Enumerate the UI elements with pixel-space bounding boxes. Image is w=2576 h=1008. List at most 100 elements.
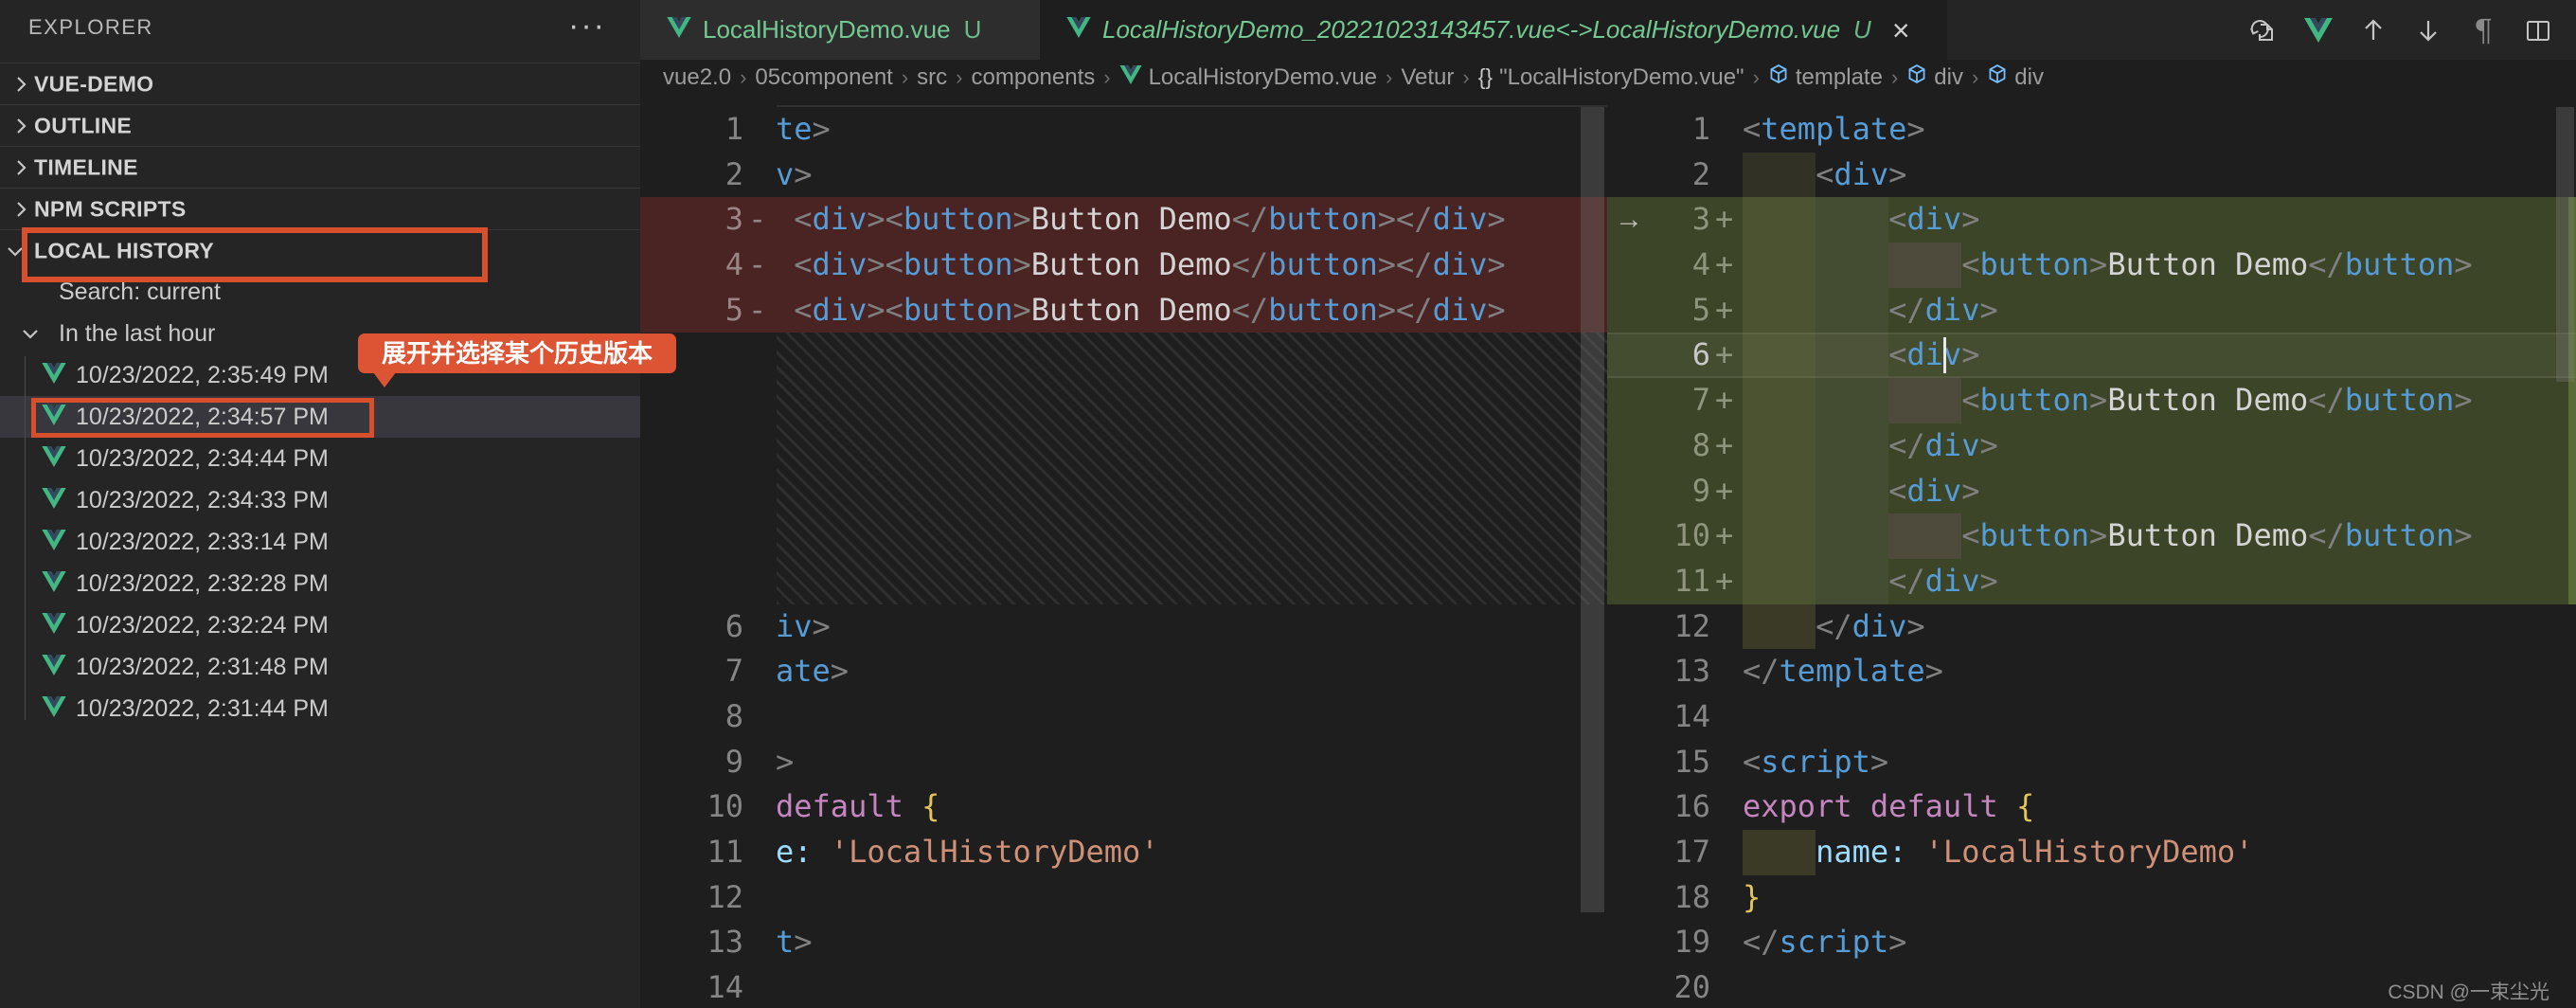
section-label: TIMELINE (34, 154, 138, 179)
code-line[interactable]: 16 export default { (1607, 784, 2576, 830)
code-line[interactable]: 2 <div> (1607, 153, 2576, 198)
sidebar-sections: VUE-DEMO OUTLINE TIMELINE NPM SCRIPTS LOCAL … (0, 63, 640, 729)
history-entry[interactable]: 10/23/2022, 2:34:57 PM (0, 396, 640, 438)
annotation-tooltip: 展开并选择某个历史版本 (358, 333, 676, 387)
restore-file-icon[interactable] (2248, 15, 2279, 45)
code-line[interactable]: 4- <div><button>Button Demo</button></di… (640, 243, 1607, 288)
breadcrumb-label: "LocalHistoryDemo.vue" (1499, 63, 1744, 90)
previous-change-icon[interactable] (2358, 15, 2388, 45)
breadcrumb-label: div (1934, 63, 1963, 90)
breadcrumb-item[interactable]: div (1987, 63, 2044, 91)
tab-diff-active[interactable]: LocalHistoryDemo_20221023143457.vue<->Lo… (1040, 0, 1947, 60)
breadcrumb-item[interactable]: {} "LocalHistoryDemo.vue" (1478, 64, 1744, 91)
section-label: NPM SCRIPTS (34, 196, 187, 221)
entry-label: 10/23/2022, 2:35:49 PM (76, 361, 329, 388)
code-line[interactable]: 7 ate> (640, 649, 1607, 694)
history-entry[interactable]: 10/23/2022, 2:31:44 PM (0, 688, 640, 729)
code-line[interactable]: 8 + </div> (1607, 423, 2576, 469)
breadcrumb-item[interactable]: Vetur (1401, 64, 1454, 91)
code-line[interactable]: 12 </div> (1607, 603, 2576, 650)
code-line[interactable]: 13 t> (640, 920, 1607, 965)
whitespace-block (1888, 243, 1962, 288)
code-line[interactable]: 5 + </div> (1607, 287, 2576, 333)
git-status-badge: U (1853, 15, 1871, 44)
code-line[interactable]: 12 (640, 875, 1607, 921)
breadcrumb-label: 05component (755, 63, 893, 90)
diff-change-arrow-icon: → (1615, 204, 1643, 236)
breadcrumb-item[interactable]: vue2.0 (663, 64, 731, 91)
code-line[interactable]: 6 iv> (640, 604, 1607, 650)
code-line[interactable]: 9 + <div> (1607, 468, 2576, 514)
code-line[interactable]: 19 </script> (1607, 920, 2576, 965)
code-line[interactable]: 7 + <button>Button Demo</button> (1607, 378, 2576, 423)
diff-pane-original[interactable]: 1 te> 2 v> 3- <div><button>Button Demo</butt… (640, 95, 1607, 1008)
breadcrumb-item[interactable]: components (972, 64, 1096, 91)
code-line[interactable]: 11 + </div> (1607, 558, 2576, 604)
code-line[interactable]: 1 <template> (1607, 107, 2576, 153)
chevron-right-icon (9, 115, 32, 137)
code-line[interactable]: 11 e: 'LocalHistoryDemo' (640, 830, 1607, 875)
local-history-search[interactable]: Search: current (0, 271, 640, 313)
history-entry[interactable]: 10/23/2022, 2:34:44 PM (0, 438, 640, 479)
code-line[interactable]: 1 te> (640, 107, 1607, 153)
code-line[interactable]: 10 default { (640, 784, 1607, 830)
history-entry[interactable]: 10/23/2022, 2:32:28 PM (0, 563, 640, 604)
diff-pane-modified[interactable]: 1 <template> 2 <div> 3 + <div> → 4 + <button>Bu… (1607, 95, 2576, 1008)
code-line[interactable]: 9 > (640, 740, 1607, 785)
code-line[interactable]: 17 name: 'LocalHistoryDemo' (1607, 830, 2576, 875)
vue-file-icon (42, 613, 66, 640)
code-line[interactable]: 13 </template> (1607, 649, 2576, 694)
code-line[interactable]: 3- <div><button>Button Demo</button></di… (640, 197, 1607, 243)
code-line[interactable]: 14 (640, 965, 1607, 1008)
section-label: OUTLINE (34, 113, 133, 137)
split-editor-icon[interactable] (2523, 15, 2553, 45)
breadcrumb-item[interactable]: LocalHistoryDemo.vue (1119, 64, 1377, 91)
code-line[interactable]: 18} (1607, 875, 2576, 921)
chevron-down-icon (4, 240, 27, 262)
breadcrumb-item[interactable]: template (1768, 63, 1883, 91)
code-line[interactable]: 6 + <div> (1607, 333, 2576, 379)
code-line[interactable]: 5- <div><button>Button Demo</button></di… (640, 287, 1607, 333)
vetur-icon[interactable] (2303, 15, 2334, 45)
code-line[interactable]: 4 + <button>Button Demo</button> (1607, 243, 2576, 288)
history-entry[interactable]: 10/23/2022, 2:31:48 PM (0, 646, 640, 688)
tab-file[interactable]: LocalHistoryDemo.vue U (640, 0, 1040, 60)
sidebar-section-timeline[interactable]: TIMELINE (0, 146, 640, 188)
sidebar-section-local-history[interactable]: LOCAL HISTORY (0, 229, 640, 271)
chevron-right-icon (9, 73, 32, 96)
braces-icon: {} (1477, 64, 1494, 89)
code-line[interactable]: 3 + <div> → (1607, 197, 2576, 243)
entry-label: 10/23/2022, 2:32:28 PM (76, 569, 329, 597)
toggle-whitespace-icon[interactable]: ¶ (2468, 12, 2498, 48)
history-entry[interactable]: 10/23/2022, 2:33:14 PM (0, 521, 640, 563)
right-pane-scrollbar[interactable] (2556, 107, 2574, 382)
history-entry[interactable]: 10/23/2022, 2:32:24 PM (0, 604, 640, 646)
sidebar-section-vue-demo[interactable]: VUE-DEMO (0, 63, 640, 104)
tab-bar: LocalHistoryDemo.vue U LocalHistoryDemo_20… (640, 0, 2576, 60)
code-line[interactable]: 10 + <button>Button Demo</button> (1607, 513, 2576, 559)
breadcrumb-separator-icon: › (1462, 64, 1470, 89)
more-actions-icon[interactable]: ··· (568, 8, 606, 45)
breadcrumb-separator-icon: › (901, 64, 909, 89)
breadcrumb-item[interactable]: src (917, 64, 947, 91)
code-line[interactable]: 2 v> (640, 153, 1607, 198)
history-entry[interactable]: 10/23/2022, 2:34:33 PM (0, 479, 640, 521)
watermark: CSDN @一束尘光 (2388, 981, 2549, 1003)
symbol-cube-icon (1768, 63, 1789, 91)
tree-indent-guide (25, 356, 26, 720)
next-change-icon[interactable] (2413, 15, 2443, 45)
close-icon[interactable]: × (1892, 15, 1910, 45)
vue-file-icon (1119, 64, 1142, 91)
breadcrumb-label: src (917, 63, 948, 90)
sidebar-section-npm-scripts[interactable]: NPM SCRIPTS (0, 188, 640, 229)
code-line[interactable]: 8 (640, 694, 1607, 740)
left-pane-scrollbar[interactable] (1581, 107, 1604, 912)
code-line[interactable]: 15 <script> (1607, 740, 2576, 785)
breadcrumb-item[interactable]: div (1906, 63, 1963, 91)
breadcrumb-item[interactable]: 05component (755, 64, 892, 91)
code-line[interactable]: 14 (1607, 694, 2576, 740)
diff-filler-region (777, 333, 1607, 604)
sidebar-section-outline[interactable]: OUTLINE (0, 104, 640, 146)
vue-file-icon (42, 363, 66, 390)
whitespace-block (1888, 378, 1962, 423)
